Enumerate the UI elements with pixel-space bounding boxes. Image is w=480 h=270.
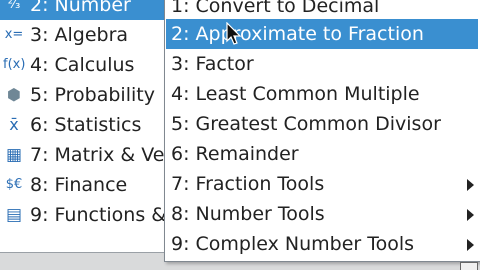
submenu-item-greatest-common-divisor[interactable]: 5: Greatest Common Divisor [166, 109, 478, 139]
functions-icon: ▤ [5, 205, 23, 225]
menu-item-label: 2: Number [30, 0, 131, 16]
matrix-icon: ▦ [5, 145, 23, 165]
submenu-arrow-icon [467, 209, 474, 221]
submenu-item-label: 8: Number Tools [171, 203, 325, 225]
menu-item-label: 5: Probability [30, 84, 155, 106]
submenu-item-label: 4: Least Common Multiple [171, 83, 420, 105]
statistics-icon: x̄ [9, 115, 19, 134]
submenu-item-label: 3: Factor [171, 53, 254, 75]
submenu-arrow-icon [467, 179, 474, 191]
submenu-item-remainder[interactable]: 6: Remainder [166, 139, 478, 169]
menu-item-calculus[interactable]: f(x) 4: Calculus [0, 50, 190, 80]
submenu-item-convert-to-decimal[interactable]: 1: Convert to Decimal [166, 0, 478, 21]
scroll-indicator-icon [460, 262, 478, 270]
menu-item-finance[interactable]: $€ 8: Finance [0, 170, 190, 200]
menu-item-label: 3: Algebra [30, 24, 129, 46]
menu-item-label: 9: Functions & [30, 204, 167, 226]
submenu-item-approximate-to-fraction[interactable]: 2: Approximate to Fraction [166, 19, 478, 49]
menu-item-matrix-vector[interactable]: ▦ 7: Matrix & Ve [0, 140, 190, 170]
menu-item-functions[interactable]: ▤ 9: Functions & [0, 200, 190, 230]
menu-item-label: 7: Matrix & Ve [30, 144, 165, 166]
submenu-item-complex-number-tools[interactable]: 9: Complex Number Tools [166, 229, 478, 259]
probability-icon: ⬢ [7, 85, 21, 104]
submenu-item-fraction-tools[interactable]: 7: Fraction Tools [166, 169, 478, 199]
menu-item-label: 6: Statistics [30, 114, 142, 136]
algebra-icon: x= [4, 27, 24, 42]
menu-item-label: 8: Finance [30, 174, 128, 196]
mouse-pointer-icon [226, 22, 242, 45]
submenu-item-label: 6: Remainder [171, 143, 299, 165]
submenu-item-label: 1: Convert to Decimal [171, 0, 380, 17]
submenu-arrow-icon [467, 239, 474, 251]
submenu-item-factor[interactable]: 3: Factor [166, 49, 478, 79]
menu-item-number[interactable]: ²⁄₃ 2: Number [0, 0, 190, 20]
submenu-item-least-common-multiple[interactable]: 4: Least Common Multiple [166, 79, 478, 109]
menu-item-probability[interactable]: ⬢ 5: Probability [0, 80, 190, 110]
menu-item-statistics[interactable]: x̄ 6: Statistics [0, 110, 190, 140]
menu-item-label: 4: Calculus [30, 54, 135, 76]
submenu-item-label: 5: Greatest Common Divisor [171, 113, 441, 135]
calculus-icon: f(x) [3, 57, 26, 72]
finance-icon: $€ [5, 177, 23, 192]
submenu-item-label: 7: Fraction Tools [171, 173, 325, 195]
submenu-item-label: 9: Complex Number Tools [171, 233, 415, 255]
menu-item-algebra[interactable]: x= 3: Algebra [0, 20, 190, 50]
number-icon: ²⁄₃ [7, 0, 21, 12]
main-menu: ²⁄₃ 2: Number x= 3: Algebra f(x) 4: Calc… [0, 0, 191, 253]
number-submenu: 1: Convert to Decimal 2: Approximate to … [164, 0, 480, 262]
submenu-item-number-tools[interactable]: 8: Number Tools [166, 199, 478, 229]
submenu-item-label: 2: Approximate to Fraction [171, 23, 424, 45]
